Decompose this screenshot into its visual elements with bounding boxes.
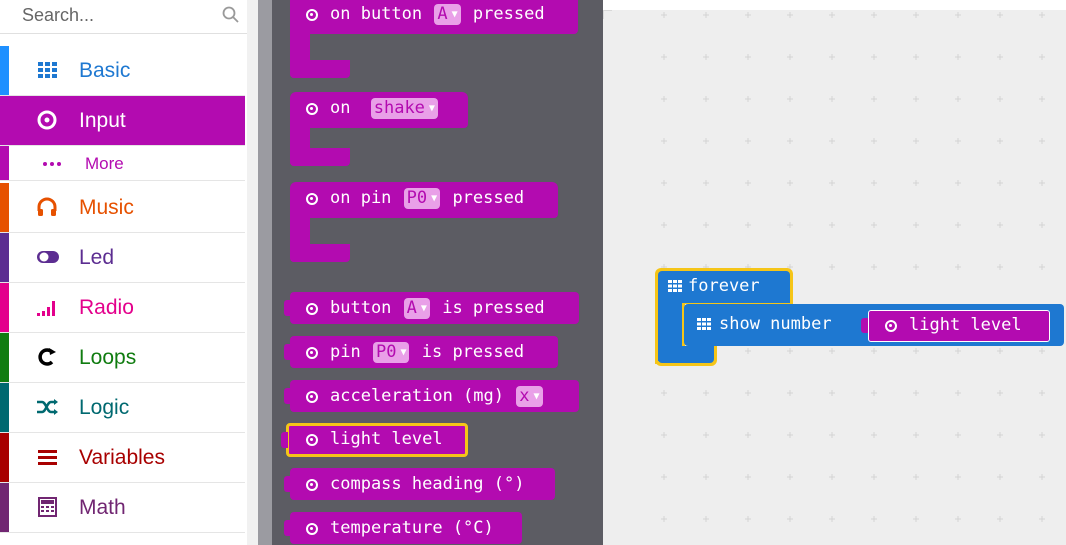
category-basic[interactable]: Basic <box>0 46 245 96</box>
target-icon <box>306 103 318 115</box>
block-text: pressed <box>452 188 525 208</box>
category-label: Input <box>79 109 126 132</box>
category-color-bar <box>0 483 9 532</box>
target-icon <box>306 479 318 491</box>
target-icon <box>37 110 57 130</box>
block-text: on button <box>330 4 423 24</box>
block-text: temperature (°C) <box>330 518 494 538</box>
button-dropdown[interactable]: A ▼ <box>434 4 461 25</box>
category-color-bar <box>0 283 9 332</box>
category-music[interactable]: Music <box>0 183 245 233</box>
block-light-level[interactable]: light level <box>281 423 468 457</box>
lines-icon <box>38 450 57 465</box>
category-label: Radio <box>79 296 134 319</box>
search-icon[interactable] <box>221 5 241 25</box>
category-input[interactable]: Input <box>0 96 245 146</box>
forever-label: forever <box>688 276 760 296</box>
block-compass-heading[interactable]: compass heading (°) <box>284 468 555 500</box>
target-icon <box>306 9 318 21</box>
show-number-label: show number <box>719 314 832 334</box>
block-text: light level <box>330 429 443 449</box>
block-output-connector <box>284 476 291 492</box>
flyout-scrollbar[interactable] <box>258 0 272 545</box>
block-text: acceleration (mg) <box>330 386 504 406</box>
category-color-bar <box>0 46 9 95</box>
category-color-bar <box>0 383 9 432</box>
block-text: on pin <box>330 188 392 208</box>
block-output-connector <box>281 432 288 448</box>
category-color-bar <box>0 96 9 145</box>
light-level-label: light level <box>909 315 1022 335</box>
block-text: pressed <box>472 4 545 24</box>
search-input[interactable] <box>22 0 212 30</box>
category-math[interactable]: Math <box>0 483 245 533</box>
category-label: Music <box>79 196 134 219</box>
category-radio[interactable]: Radio <box>0 283 245 333</box>
grid-icon <box>668 280 682 292</box>
block-on-button-pressed[interactable]: on button A ▼ pressed <box>290 0 580 80</box>
category-color-bar <box>0 233 9 282</box>
dimension-dropdown[interactable]: x ▼ <box>516 386 543 407</box>
block-light-level-nested[interactable]: light level <box>861 310 1050 342</box>
category-label: Variables <box>79 446 165 469</box>
block-acceleration[interactable]: acceleration (mg) x ▼ <box>284 380 579 412</box>
block-output-connector <box>861 318 868 333</box>
toolbox-scrollbar[interactable] <box>247 0 258 545</box>
block-output-connector <box>284 388 291 404</box>
block-text: compass heading (°) <box>330 474 525 494</box>
category-label: Led <box>79 246 115 269</box>
signal-bars-icon <box>37 301 55 316</box>
block-flyout <box>258 0 603 545</box>
grid-icon <box>697 318 711 330</box>
block-text: pin <box>330 342 361 362</box>
pin-dropdown[interactable]: P0 ▼ <box>372 342 410 363</box>
block-text: is pressed <box>442 298 545 318</box>
block-text: button <box>330 298 392 318</box>
category-color-bar <box>0 433 9 482</box>
target-icon <box>306 303 318 315</box>
block-text: is pressed <box>421 342 525 362</box>
gesture-dropdown[interactable]: shake ▼ <box>370 98 438 119</box>
category-color-bar <box>0 183 9 232</box>
search-box <box>0 0 258 34</box>
pin-dropdown[interactable]: P0 ▼ <box>403 188 441 209</box>
block-pin-is-pressed[interactable]: pin P0 ▼ is pressed <box>284 336 558 368</box>
grid-icon <box>38 62 57 78</box>
toggle-icon <box>37 251 59 263</box>
block-output-connector <box>284 300 291 316</box>
button-dropdown[interactable]: A ▼ <box>403 298 430 319</box>
category-loops[interactable]: Loops <box>0 333 245 383</box>
category-input-more[interactable]: More <box>0 146 245 181</box>
block-temperature[interactable]: temperature (°C) <box>284 512 522 544</box>
category-label: Basic <box>79 59 131 82</box>
block-button-is-pressed[interactable]: button A ▼ is pressed <box>284 292 579 324</box>
category-color-bar <box>0 146 9 180</box>
loop-icon <box>38 348 56 366</box>
block-output-connector <box>284 520 291 536</box>
category-label: Loops <box>79 346 137 369</box>
category-led[interactable]: Led <box>0 233 245 283</box>
target-icon <box>306 434 318 446</box>
category-logic[interactable]: Logic <box>0 383 245 433</box>
category-label: Logic <box>79 396 130 419</box>
calculator-icon <box>38 497 57 517</box>
shuffle-icon <box>37 399 58 415</box>
toolbox: Basic Input More Music Led <box>0 0 258 545</box>
target-icon <box>306 347 318 359</box>
category-label: More <box>85 154 124 173</box>
target-icon <box>306 193 318 205</box>
block-on-shake[interactable]: on shake ▼ <box>290 92 470 168</box>
target-icon <box>306 523 318 535</box>
category-variables[interactable]: Variables <box>0 433 245 483</box>
category-label: Math <box>79 496 126 519</box>
target-icon <box>306 391 318 403</box>
ellipsis-icon <box>43 162 61 166</box>
category-color-bar <box>0 333 9 382</box>
block-on-pin-pressed[interactable]: on pin P0 ▼ pressed <box>290 182 560 264</box>
block-show-number[interactable]: show number light level <box>684 304 1064 346</box>
block-text: on <box>330 98 351 118</box>
target-icon <box>885 320 897 332</box>
headphones-icon <box>37 197 57 216</box>
block-output-connector <box>284 344 291 360</box>
